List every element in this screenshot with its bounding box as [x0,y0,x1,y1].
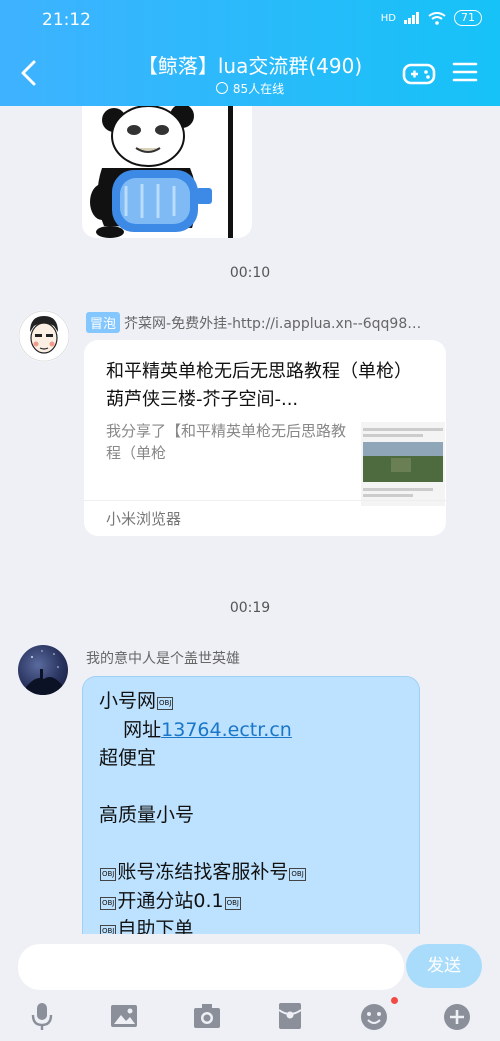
network-type: HD [380,12,396,24]
emoji-icon[interactable] [358,1000,390,1032]
panda-water-jug-illustration [90,106,233,238]
plus-icon[interactable] [441,1000,473,1032]
status-bar-icons: HD 71 [381,10,482,26]
online-icon [215,82,228,94]
sender-name: 冒泡 芥菜网-免费外挂-http://i.applua.xn--6qq98… [86,312,421,333]
send-button[interactable]: 发送 [406,944,482,988]
share-source: 小米浏览器 [106,510,182,528]
microphone-icon[interactable] [26,1000,58,1032]
signal-icon [404,12,419,24]
sender-avatar[interactable] [18,310,70,362]
input-bar: 发送 [0,934,500,1041]
game-button[interactable] [402,60,436,88]
member-badge: 冒泡 [86,312,121,333]
cartoon-face-avatar [18,310,70,362]
red-packet-icon[interactable] [274,1000,306,1032]
message-input[interactable] [18,944,404,990]
panda-sticker-image[interactable] [82,106,252,238]
wifi-icon [428,11,446,25]
message-link[interactable]: 13764.ectr.cn [161,719,292,741]
shared-link-card[interactable]: 和平精英单枪无后无思路教程（单枪） 葫芦侠三楼-芥子空间-... 我分享了【和平… [84,340,446,536]
game-screenshot-thumbnail [363,428,443,497]
gamepad-icon [402,63,436,85]
menu-button[interactable] [452,60,478,84]
camera-icon[interactable] [191,1000,223,1032]
share-title: 和平精英单枪无后无思路教程（单枪） 葫芦侠三楼-芥子空间-... [106,361,412,410]
image-icon[interactable] [108,1000,140,1032]
sender-avatar[interactable] [18,645,68,695]
timestamp: 00:10 [229,265,271,281]
notification-dot [391,997,398,1004]
share-thumbnail [361,422,445,506]
obj-placeholder: OBJ [157,697,174,710]
status-time: 21:12 [42,10,91,30]
hamburger-icon [452,62,478,82]
share-description: 我分享了【和平精英单枪无后思路教程（单枪 [106,422,347,462]
share-footer: 小米浏览器 [84,500,446,536]
message-bubble[interactable]: 小号网 OBJ 网址13764.ectr.cn 超便宜 高质量小号 OBJ 账号冻结… [82,676,420,935]
battery-indicator: 71 [454,10,482,26]
night-sky-avatar [26,650,62,695]
message-text: 小号网 OBJ 网址13764.ectr.cn 超便宜 高质量小号 OBJ 账号冻结… [99,687,307,935]
sender-name: 我的意中人是个盖世英雄 [86,651,240,667]
timestamp: 00:19 [229,600,271,616]
